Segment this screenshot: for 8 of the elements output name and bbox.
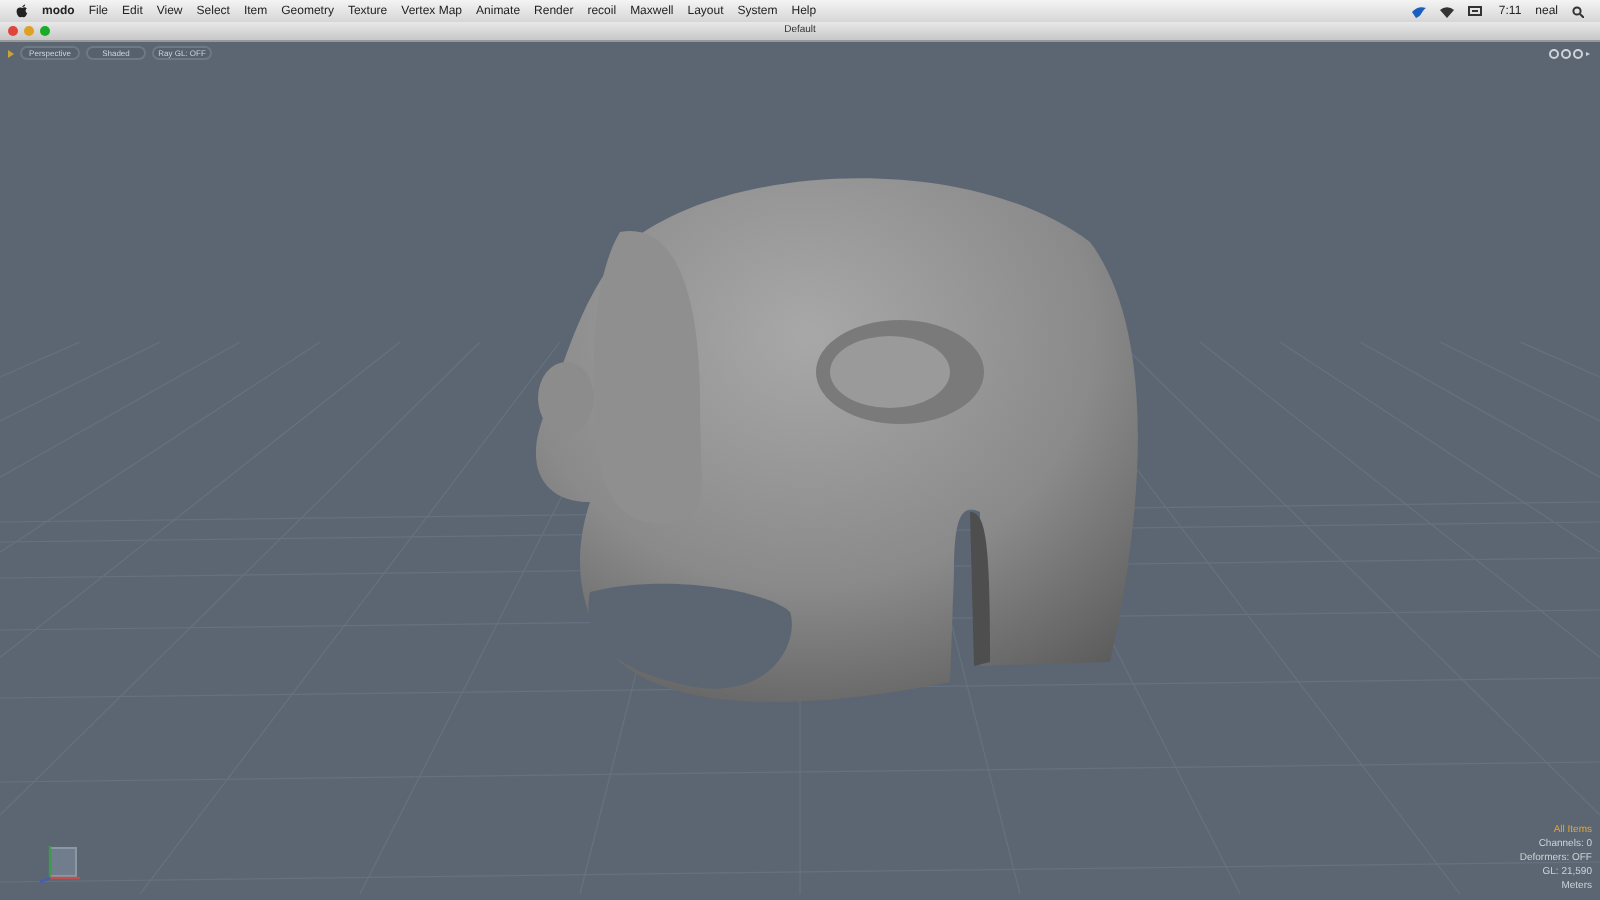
apple-logo-icon[interactable] bbox=[16, 4, 28, 18]
battery-icon[interactable] bbox=[1468, 6, 1485, 16]
search-icon[interactable] bbox=[1572, 5, 1584, 17]
bird-icon[interactable] bbox=[1412, 5, 1427, 17]
axis-gizmo-icon bbox=[36, 844, 84, 884]
wifi-icon[interactable] bbox=[1440, 5, 1455, 17]
close-button[interactable] bbox=[8, 26, 18, 36]
viewport-navigation-icon[interactable] bbox=[1548, 47, 1592, 59]
